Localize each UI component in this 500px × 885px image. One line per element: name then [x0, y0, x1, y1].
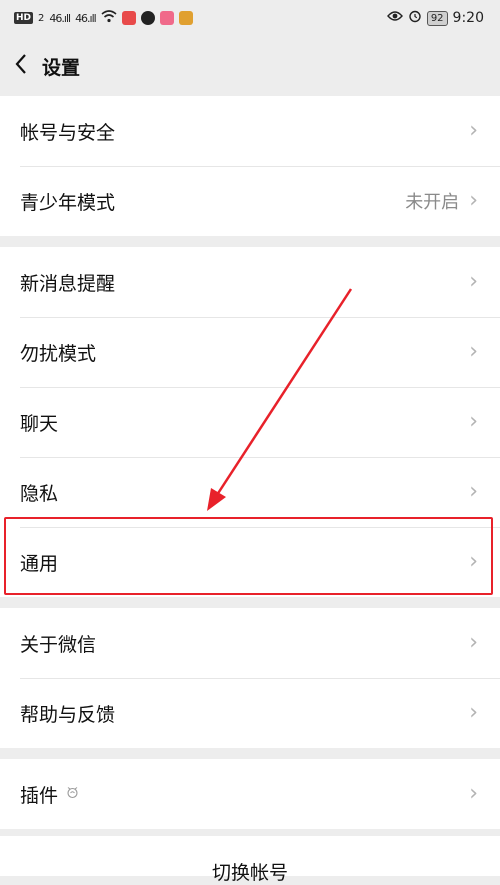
- settings-item-account-security[interactable]: 帐号与安全 ›: [0, 96, 500, 166]
- alarm-icon: [408, 9, 422, 27]
- settings-item-help-feedback[interactable]: 帮助与反馈 ›: [0, 678, 500, 748]
- item-label: 新消息提醒: [20, 272, 116, 295]
- item-label: 帐号与安全: [20, 121, 116, 144]
- chevron-right-icon: ›: [469, 188, 478, 213]
- chevron-left-icon[interactable]: [14, 52, 28, 80]
- settings-item-do-not-disturb[interactable]: 勿扰模式 ›: [0, 317, 500, 387]
- group-divider: [0, 748, 500, 759]
- settings-group-general: 新消息提醒 › 勿扰模式 › 聊天 › 隐私 › 通用 ›: [0, 247, 500, 597]
- item-label: 通用: [20, 552, 59, 575]
- chevron-right-icon: ›: [469, 479, 478, 504]
- chevron-right-icon: ›: [469, 269, 478, 294]
- app-icon: [121, 11, 136, 25]
- chevron-right-icon: ›: [469, 549, 478, 574]
- wifi-icon: [101, 9, 117, 27]
- settings-item-chat[interactable]: 聊天 ›: [0, 387, 500, 457]
- item-label: 帮助与反馈: [20, 703, 116, 726]
- group-divider: [0, 236, 500, 247]
- clock: 9:20: [452, 10, 484, 26]
- settings-group-plugins: 插件 ›: [0, 759, 500, 829]
- settings-group-account: 帐号与安全 › 青少年模式 未开启 ›: [0, 96, 500, 236]
- item-label: 关于微信: [20, 633, 97, 656]
- settings-item-teen-mode[interactable]: 青少年模式 未开启 ›: [0, 166, 500, 236]
- item-label: 插件: [20, 784, 59, 807]
- page-title: 设置: [42, 56, 81, 79]
- item-label: 青少年模式: [20, 191, 116, 214]
- settings-group-about: 关于微信 › 帮助与反馈 ›: [0, 608, 500, 748]
- signal-icon: 46.ıll: [75, 11, 97, 25]
- settings-item-notifications[interactable]: 新消息提醒 ›: [0, 247, 500, 317]
- app-icon: [178, 11, 193, 25]
- chevron-right-icon: ›: [469, 700, 478, 725]
- hd-badge: HD: [14, 12, 34, 24]
- nav-header: 设置: [0, 36, 500, 96]
- item-label: 隐私: [20, 482, 59, 505]
- item-value: 未开启: [405, 192, 460, 213]
- status-bar: HD 2 46.ıll 46.ıll 92 9:20: [0, 0, 500, 36]
- plugin-icon: [66, 785, 79, 803]
- wechat-icon: [140, 11, 155, 25]
- item-label: 聊天: [20, 412, 59, 435]
- signal-icon: 46.ıll: [49, 11, 71, 25]
- settings-item-about-wechat[interactable]: 关于微信 ›: [0, 608, 500, 678]
- chevron-right-icon: ›: [469, 630, 478, 655]
- chevron-right-icon: ›: [469, 781, 478, 806]
- app-icon: [159, 11, 174, 25]
- chevron-right-icon: ›: [469, 409, 478, 434]
- group-divider: [0, 597, 500, 608]
- settings-item-privacy[interactable]: 隐私 ›: [0, 457, 500, 527]
- battery-indicator: 92: [426, 10, 448, 26]
- hd-sub: 2: [38, 12, 45, 24]
- switch-account-button[interactable]: 切换帐号: [0, 836, 500, 884]
- settings-item-general[interactable]: 通用 ›: [0, 527, 500, 597]
- chevron-right-icon: ›: [469, 118, 478, 143]
- settings-item-plugins[interactable]: 插件 ›: [0, 759, 500, 829]
- item-label: 勿扰模式: [20, 342, 97, 365]
- eye-icon: [386, 10, 403, 26]
- chevron-right-icon: ›: [469, 339, 478, 364]
